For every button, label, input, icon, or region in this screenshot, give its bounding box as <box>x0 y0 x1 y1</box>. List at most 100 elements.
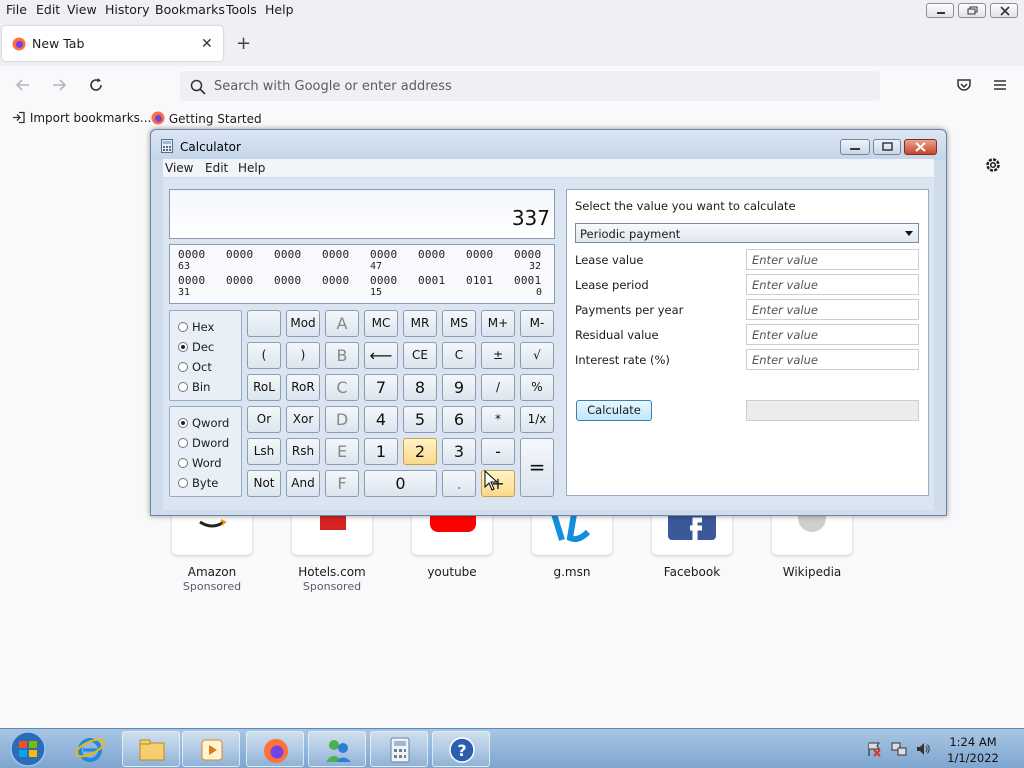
input-lease-value[interactable] <box>746 249 919 270</box>
input-payments-per-year[interactable] <box>746 299 919 320</box>
key-6[interactable]: 6 <box>442 406 476 433</box>
tab-close-icon[interactable]: ✕ <box>201 36 213 52</box>
key-backspace[interactable]: ⟵ <box>364 342 398 369</box>
radio-oct[interactable]: Oct <box>178 360 212 374</box>
hamburger-menu-icon[interactable] <box>991 76 1009 94</box>
key-or[interactable]: Or <box>247 406 281 433</box>
calculate-button[interactable]: Calculate <box>576 400 652 421</box>
internet-explorer-icon[interactable] <box>74 733 106 765</box>
close-window-button[interactable] <box>990 3 1018 18</box>
key-and[interactable]: And <box>286 470 320 497</box>
radio-qword[interactable]: Qword <box>178 416 229 430</box>
key-blank[interactable] <box>247 310 281 337</box>
key-8[interactable]: 8 <box>403 374 437 401</box>
minimize-button[interactable] <box>926 3 954 18</box>
key-decimal[interactable]: . <box>442 470 476 497</box>
address-input[interactable] <box>214 77 814 95</box>
tab-new-tab[interactable]: New Tab ✕ <box>2 26 223 61</box>
taskbar-explorer[interactable] <box>122 731 180 767</box>
bookmark-getting-started[interactable]: Getting Started <box>151 111 262 126</box>
menu-file[interactable]: File <box>6 2 27 17</box>
radio-hex[interactable]: Hex <box>178 320 214 334</box>
taskbar-firefox[interactable] <box>246 731 304 767</box>
key-subtract[interactable]: - <box>481 438 515 465</box>
radio-dword[interactable]: Dword <box>178 436 229 450</box>
back-icon[interactable] <box>14 76 32 94</box>
taskbar-calculator[interactable] <box>370 731 428 767</box>
key-open-paren[interactable]: ( <box>247 342 281 369</box>
radio-word[interactable]: Word <box>178 456 222 470</box>
menu-history[interactable]: History <box>105 2 149 17</box>
bookmark-import[interactable]: Import bookmarks... <box>12 111 151 125</box>
key-sqrt[interactable]: √ <box>520 342 554 369</box>
taskbar-help[interactable]: ? <box>432 731 490 767</box>
key-ror[interactable]: RoR <box>286 374 320 401</box>
menu-tools[interactable]: Tools <box>226 2 257 17</box>
address-bar[interactable] <box>180 71 880 101</box>
key-5[interactable]: 5 <box>403 406 437 433</box>
calc-menu-view[interactable]: View <box>165 161 193 175</box>
key-b[interactable]: B <box>325 342 359 369</box>
settings-gear-icon[interactable] <box>984 156 1002 174</box>
calc-minimize-button[interactable] <box>840 139 870 155</box>
input-residual-value[interactable] <box>746 324 919 345</box>
menu-view[interactable]: View <box>67 2 97 17</box>
key-lsh[interactable]: Lsh <box>247 438 281 465</box>
taskbar-network-app[interactable] <box>308 731 366 767</box>
key-divide[interactable]: / <box>481 374 515 401</box>
calculation-type-select[interactable]: Periodic payment <box>575 223 919 243</box>
key-c[interactable]: C <box>442 342 476 369</box>
key-close-paren[interactable]: ) <box>286 342 320 369</box>
key-7[interactable]: 7 <box>364 374 398 401</box>
system-clock[interactable]: 1:24 AM 1/1/2022 <box>940 734 1006 766</box>
taskbar-media-player[interactable] <box>182 731 240 767</box>
key-0[interactable]: 0 <box>364 470 437 497</box>
key-d[interactable]: D <box>325 406 359 433</box>
restore-button[interactable] <box>958 3 986 18</box>
action-center-flag-icon[interactable] <box>866 741 882 757</box>
key-reciprocal[interactable]: 1/x <box>520 406 554 433</box>
forward-icon[interactable] <box>50 76 68 94</box>
key-1[interactable]: 1 <box>364 438 398 465</box>
input-interest-rate[interactable] <box>746 349 919 370</box>
key-m-minus[interactable]: M- <box>520 310 554 337</box>
key-a[interactable]: A <box>325 310 359 337</box>
key-multiply[interactable]: * <box>481 406 515 433</box>
menu-help[interactable]: Help <box>265 2 294 17</box>
input-lease-period[interactable] <box>746 274 919 295</box>
network-icon[interactable] <box>891 741 907 757</box>
key-rol[interactable]: RoL <box>247 374 281 401</box>
key-rsh[interactable]: Rsh <box>286 438 320 465</box>
key-4[interactable]: 4 <box>364 406 398 433</box>
key-mod[interactable]: Mod <box>286 310 320 337</box>
calc-maximize-button[interactable] <box>873 139 901 155</box>
key-m-plus[interactable]: M+ <box>481 310 515 337</box>
key-2[interactable]: 2 <box>403 438 437 465</box>
key-percent[interactable]: % <box>520 374 554 401</box>
key-mc[interactable]: MC <box>364 310 398 337</box>
calculator-titlebar[interactable]: Calculator <box>151 130 946 160</box>
calc-close-button[interactable] <box>904 139 937 155</box>
key-mr[interactable]: MR <box>403 310 437 337</box>
key-f[interactable]: F <box>325 470 359 497</box>
calc-menu-help[interactable]: Help <box>238 161 265 175</box>
pocket-icon[interactable] <box>955 76 973 94</box>
key-ce[interactable]: CE <box>403 342 437 369</box>
menu-edit[interactable]: Edit <box>36 2 60 17</box>
key-ms[interactable]: MS <box>442 310 476 337</box>
key-plus-minus[interactable]: ± <box>481 342 515 369</box>
key-hex-c[interactable]: C <box>325 374 359 401</box>
radio-dec[interactable]: Dec <box>178 340 214 354</box>
reload-icon[interactable] <box>87 76 105 94</box>
new-tab-button[interactable]: + <box>236 33 251 54</box>
start-button-icon[interactable] <box>4 730 52 768</box>
menu-bookmarks[interactable]: Bookmarks <box>155 2 225 17</box>
key-equals[interactable]: = <box>520 438 554 497</box>
volume-icon[interactable] <box>915 741 931 757</box>
key-3[interactable]: 3 <box>442 438 476 465</box>
calc-menu-edit[interactable]: Edit <box>205 161 228 175</box>
key-9[interactable]: 9 <box>442 374 476 401</box>
radio-bin[interactable]: Bin <box>178 380 210 394</box>
key-not[interactable]: Not <box>247 470 281 497</box>
key-e[interactable]: E <box>325 438 359 465</box>
